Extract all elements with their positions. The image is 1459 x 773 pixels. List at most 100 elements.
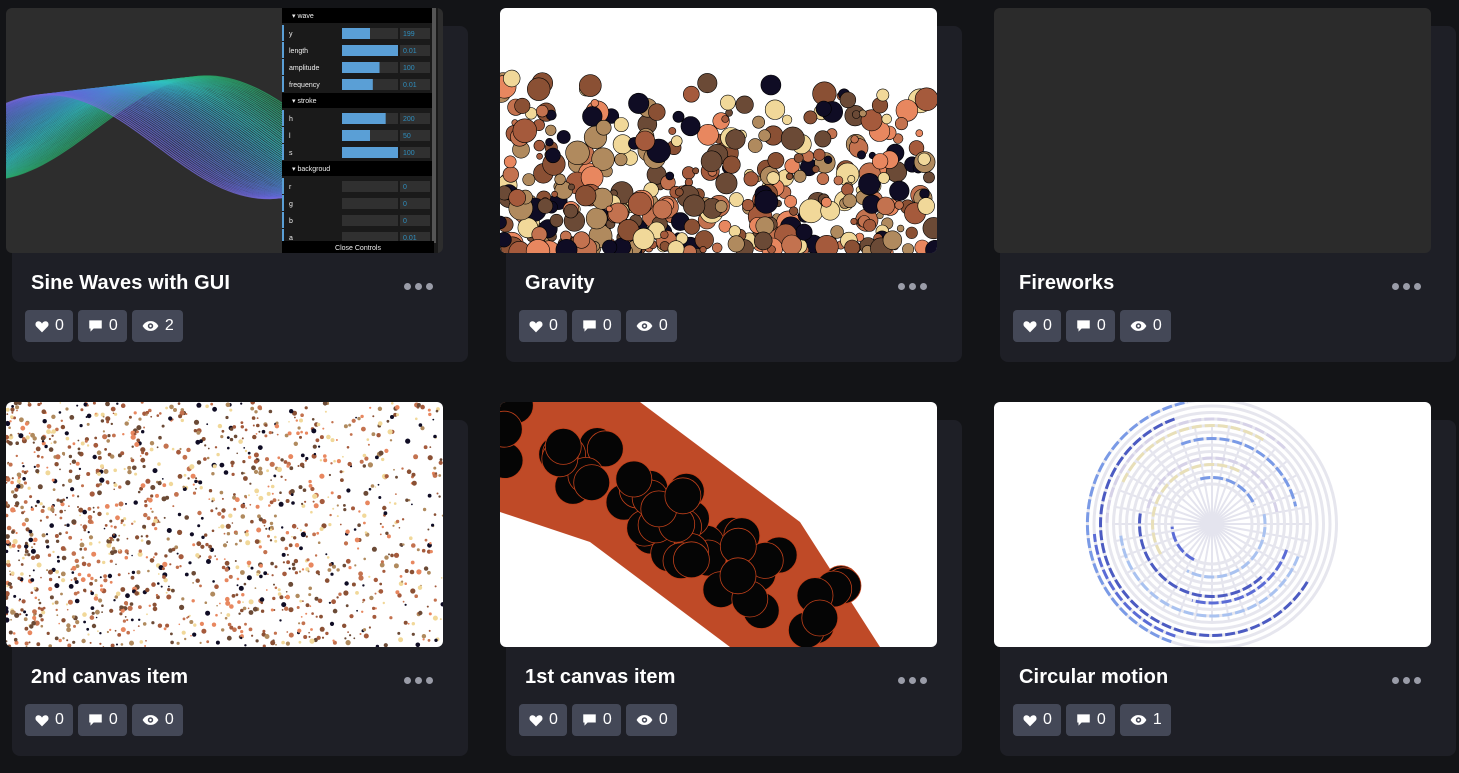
- gui-slider-fill: [342, 62, 380, 73]
- pen-card: 2nd canvas item 0 0 0: [6, 402, 468, 756]
- pen-preview[interactable]: ▾ wave y 199 length 0.01 amplitude 100 frequenc…: [6, 8, 443, 253]
- circular-motion-preview: [994, 402, 1431, 647]
- like-count: 0: [1043, 711, 1052, 728]
- pen-title[interactable]: Fireworks: [1019, 272, 1114, 295]
- like-count: 0: [55, 711, 64, 728]
- gui-row-label: y: [289, 31, 293, 38]
- more-options-icon[interactable]: [1392, 283, 1421, 293]
- view-count: 1: [1152, 711, 1162, 728]
- views-indicator[interactable]: 0: [131, 704, 183, 736]
- gui-slider-fill: [342, 130, 370, 141]
- pen-preview[interactable]: [6, 402, 443, 647]
- gui-row-value: 0.01: [403, 48, 417, 55]
- gravity-preview: [500, 8, 937, 253]
- like-button[interactable]: 0: [1013, 310, 1061, 342]
- gui-row-value: 0.01: [403, 82, 417, 89]
- gui-folder-title: ▾ stroke: [292, 98, 317, 105]
- pen-card: Circular motion 0 0 1: [994, 402, 1456, 756]
- gui-control-panel: ▾ wave y 199 length 0.01 amplitude 100 frequenc…: [282, 8, 438, 253]
- like-button[interactable]: 0: [1013, 704, 1061, 736]
- pen-title[interactable]: 1st canvas item: [525, 666, 675, 689]
- black-circles-preview: [500, 402, 937, 647]
- pen-stats: 0 0 1: [1013, 704, 1171, 736]
- more-options-icon[interactable]: [1392, 677, 1421, 687]
- comment-count: 0: [602, 317, 612, 334]
- gui-row-label: length: [289, 48, 308, 55]
- heart-icon: [35, 320, 49, 332]
- gui-row-label: frequency: [289, 82, 320, 89]
- pen-stats: 0 0 2: [25, 310, 183, 342]
- pen-card: Fireworks 0 0 0: [994, 8, 1456, 362]
- gui-slider-fill: [342, 113, 386, 124]
- like-count: 0: [549, 711, 558, 728]
- comment-icon: [1077, 714, 1090, 726]
- gui-row-label: g: [289, 201, 293, 208]
- views-indicator[interactable]: 1: [1119, 704, 1171, 736]
- pen-title[interactable]: Sine Waves with GUI: [31, 272, 230, 295]
- like-button[interactable]: 0: [25, 310, 73, 342]
- like-count: 0: [55, 317, 64, 334]
- gui-row-label: amplitude: [289, 65, 319, 72]
- pen-preview[interactable]: [994, 8, 1431, 253]
- gui-row-label: h: [289, 116, 293, 123]
- comment-button[interactable]: 0: [571, 310, 621, 342]
- heart-icon: [529, 714, 543, 726]
- gui-row-value: 0: [403, 218, 407, 225]
- comment-button[interactable]: 0: [571, 704, 621, 736]
- gui-row-value: 50: [403, 133, 411, 140]
- gui-slider-fill: [342, 147, 398, 158]
- like-button[interactable]: 0: [25, 704, 73, 736]
- pen-title[interactable]: Circular motion: [1019, 666, 1168, 689]
- gui-slider: [342, 181, 398, 192]
- pen-stats: 0 0 0: [1013, 310, 1171, 342]
- pen-preview[interactable]: [500, 8, 937, 253]
- more-options-icon[interactable]: [404, 283, 433, 293]
- pen-stats: 0 0 0: [25, 704, 183, 736]
- gui-slider: [342, 198, 398, 209]
- view-count: 0: [164, 711, 174, 728]
- gui-slider-fill: [342, 45, 398, 56]
- gui-row-label: s: [289, 150, 293, 157]
- comment-button[interactable]: 0: [1065, 704, 1115, 736]
- pen-title[interactable]: Gravity: [525, 272, 595, 295]
- more-options-icon[interactable]: [898, 283, 927, 293]
- sine-waves-preview: ▾ wave y 199 length 0.01 amplitude 100 frequenc…: [6, 8, 443, 253]
- comment-count: 0: [602, 711, 612, 728]
- pen-card: 1st canvas item 0 0 0: [500, 402, 962, 756]
- gui-row-value: 100: [403, 65, 415, 72]
- like-button[interactable]: 0: [519, 310, 567, 342]
- comment-icon: [1077, 320, 1090, 332]
- more-options-icon[interactable]: [898, 677, 927, 687]
- view-count: 0: [1152, 317, 1162, 334]
- comment-button[interactable]: 0: [77, 310, 127, 342]
- comment-button[interactable]: 0: [1065, 310, 1115, 342]
- more-options-icon[interactable]: [404, 677, 433, 687]
- particles-preview: [6, 402, 443, 647]
- views-indicator[interactable]: 2: [131, 310, 183, 342]
- pen-preview[interactable]: [500, 402, 937, 647]
- gui-row-value: 0: [403, 201, 407, 208]
- comment-count: 0: [1096, 317, 1106, 334]
- comment-icon: [89, 714, 102, 726]
- pen-preview[interactable]: [994, 402, 1431, 647]
- gui-row-value: 199: [403, 31, 415, 38]
- pen-card: Gravity 0 0 0: [500, 8, 962, 362]
- comment-button[interactable]: 0: [77, 704, 127, 736]
- like-button[interactable]: 0: [519, 704, 567, 736]
- gui-slider-fill: [342, 79, 373, 90]
- view-count: 0: [658, 317, 668, 334]
- heart-icon: [35, 714, 49, 726]
- heart-icon: [1023, 714, 1037, 726]
- views-indicator[interactable]: 0: [625, 704, 677, 736]
- pen-title[interactable]: 2nd canvas item: [31, 666, 188, 689]
- gui-row-label: b: [289, 218, 293, 225]
- views-indicator[interactable]: 0: [625, 310, 677, 342]
- gui-row-value: 0: [403, 184, 407, 191]
- gui-row-label: a: [289, 235, 293, 242]
- gui-row-value: 100: [403, 150, 415, 157]
- comment-icon: [89, 320, 102, 332]
- comment-icon: [583, 714, 596, 726]
- heart-icon: [1023, 320, 1037, 332]
- view-count: 2: [164, 317, 174, 334]
- views-indicator[interactable]: 0: [1119, 310, 1171, 342]
